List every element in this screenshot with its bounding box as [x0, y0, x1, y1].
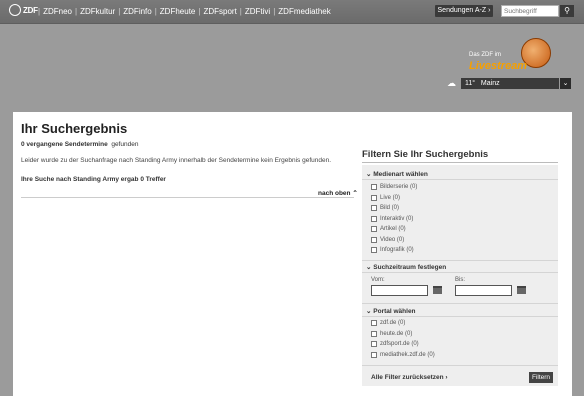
checkbox-interaktiv[interactable]: Interaktiv (0) — [371, 216, 413, 222]
date-from-label: Vom: — [371, 277, 385, 283]
filter-title: Filtern Sie Ihr Suchergebnis — [362, 149, 489, 160]
media-type-section-toggle[interactable]: ⌄ Medienart wählen — [366, 170, 428, 178]
chevron-down-icon: ⌄ — [366, 264, 372, 271]
sendungen-a-z-button[interactable]: Sendungen A-Z › — [435, 5, 493, 17]
filter-panel: ⌄ Medienart wählen Bilderserie (0) Live … — [362, 165, 558, 386]
checkbox-heute-de[interactable]: heute.de (0) — [371, 331, 412, 337]
page-title: Ihr Suchergebnis — [21, 121, 128, 136]
channel-nav: | ZDFneo | ZDFkultur | ZDFinfo | ZDFheut… — [38, 0, 334, 23]
portal-section-toggle[interactable]: ⌄ Portal wählen — [366, 307, 416, 315]
date-to-input[interactable] — [455, 285, 512, 296]
checkbox-artikel[interactable]: Artikel (0) — [371, 226, 406, 232]
livestream-title: Livestream — [469, 60, 528, 72]
search-input[interactable] — [501, 5, 559, 17]
nav-item-zdftivi[interactable]: ZDFtivi — [242, 7, 273, 16]
nav-item-zdfneo[interactable]: ZDFneo — [40, 7, 75, 16]
weather-widget: ☁ 11° Mainz ⌄ — [447, 78, 571, 89]
nav-item-zdfmediathek[interactable]: ZDFmediathek — [275, 7, 333, 16]
checkbox-live[interactable]: Live (0) — [371, 195, 400, 201]
no-result-message: Leider wurde zu der Suchanfrage nach Sta… — [21, 157, 332, 164]
nav-item-zdfinfo[interactable]: ZDFinfo — [120, 7, 154, 16]
checkbox-infografik[interactable]: Infografik (0) — [371, 247, 414, 253]
zdf-logo-text: ZDF — [23, 6, 38, 15]
calendar-icon[interactable] — [433, 286, 442, 294]
nav-item-zdfsport[interactable]: ZDFsport — [200, 7, 239, 16]
livestream-banner[interactable]: Das ZDF im Livestream — [466, 36, 552, 76]
livestream-subtitle: Das ZDF im — [469, 52, 501, 58]
result-count: 0 vergangene Sendetermine gefunden — [21, 141, 139, 148]
chevron-right-icon: › — [445, 374, 448, 381]
search-icon: ⚲ — [564, 6, 570, 15]
chevron-down-icon: ⌄ — [366, 171, 372, 178]
nav-item-zdfheute[interactable]: ZDFheute — [157, 7, 199, 16]
nav-item-zdfkultur[interactable]: ZDFkultur — [77, 7, 118, 16]
filter-button[interactable]: Filtern — [529, 372, 553, 383]
result-summary: Ihre Suche nach Standing Army ergab 0 Tr… — [21, 176, 166, 183]
chevron-right-icon: › — [488, 7, 491, 14]
main-content: Ihr Suchergebnis 0 vergangene Sendetermi… — [13, 112, 572, 396]
chevron-down-icon[interactable]: ⌄ — [560, 78, 571, 89]
reset-filters-link[interactable]: Alle Filter zurücksetzen › — [371, 374, 448, 381]
divider — [21, 197, 354, 198]
chevron-down-icon: ⌄ — [366, 308, 372, 315]
cloud-icon: ☁ — [447, 78, 456, 88]
weather-location-select[interactable]: 11° Mainz — [461, 78, 559, 89]
checkbox-mediathek[interactable]: mediathek.zdf.de (0) — [371, 352, 435, 358]
date-to-label: Bis: — [455, 277, 466, 283]
zdf-logo[interactable]: ZDF — [9, 4, 38, 18]
top-navigation-bar: ZDF | ZDFneo | ZDFkultur | ZDFinfo | ZDF… — [0, 0, 584, 24]
search-button[interactable]: ⚲ — [560, 5, 574, 17]
chevron-up-icon: ⌃ — [352, 190, 358, 197]
calendar-icon[interactable] — [517, 286, 526, 294]
zdf-logo-ring-icon — [9, 4, 21, 16]
divider — [362, 162, 558, 163]
checkbox-zdf-de[interactable]: zdf.de (0) — [371, 320, 405, 326]
checkbox-bild[interactable]: Bild (0) — [371, 205, 399, 211]
date-from-input[interactable] — [371, 285, 428, 296]
checkbox-video[interactable]: Video (0) — [371, 237, 404, 243]
checkbox-zdfsport-de[interactable]: zdfsport.de (0) — [371, 341, 419, 347]
checkbox-bilderserie[interactable]: Bilderserie (0) — [371, 184, 417, 190]
period-section-toggle[interactable]: ⌄ Suchzeitraum festlegen — [366, 263, 446, 271]
back-to-top-link[interactable]: nach oben ⌃ — [318, 189, 358, 197]
